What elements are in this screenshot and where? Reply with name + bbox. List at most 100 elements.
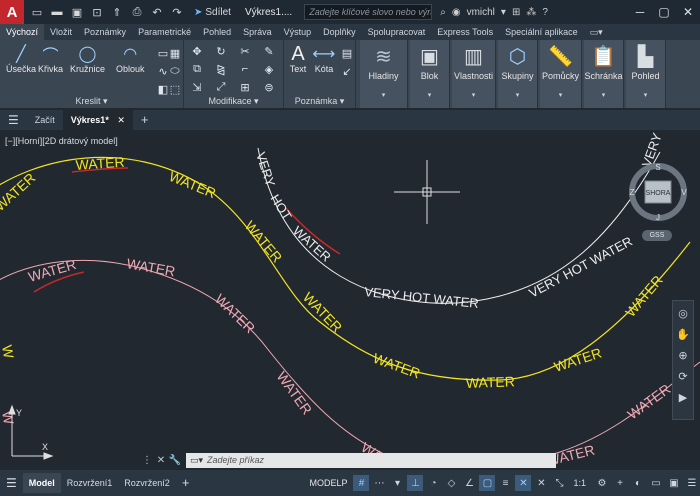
menu-icon[interactable]: ☰: [0, 110, 27, 130]
showmotion-icon[interactable]: ▶: [679, 391, 687, 404]
redo-icon[interactable]: ↷: [170, 5, 184, 19]
hardware-accel-icon[interactable]: ▭: [648, 475, 664, 491]
move-icon[interactable]: ✥: [190, 44, 204, 58]
hatch-icon[interactable]: ▦: [168, 46, 182, 60]
tab-vystup[interactable]: Výstup: [278, 24, 318, 40]
add-layout-icon[interactable]: +: [176, 473, 196, 493]
new-file-icon[interactable]: ▭: [30, 5, 44, 19]
circle-tool[interactable]: ◯ Kružnice: [70, 44, 105, 74]
steering-wheel-icon[interactable]: ◎: [678, 307, 688, 320]
save-as-icon[interactable]: ⊡: [90, 5, 104, 19]
close-icon[interactable]: ✕: [676, 0, 700, 24]
connect-icon[interactable]: ⁂: [526, 7, 536, 18]
scale-icon[interactable]: ⤢: [214, 80, 228, 94]
mirror-icon[interactable]: ⧎: [214, 62, 228, 76]
plus-icon[interactable]: +: [612, 475, 628, 491]
viewport-label[interactable]: [−][Horní][2D drátový model]: [5, 136, 118, 146]
panel-groups[interactable]: ⬡ Skupiny ▾: [498, 40, 538, 108]
panel-modify-label[interactable]: Modifikace ▾: [184, 96, 283, 107]
app-logo[interactable]: A: [0, 0, 24, 24]
open-folder-icon[interactable]: ▬: [50, 5, 64, 19]
model-space-toggle[interactable]: MODELP: [305, 478, 351, 488]
polar-icon[interactable]: ◔: [425, 475, 441, 491]
isolate-icon[interactable]: ◐: [630, 475, 646, 491]
minimize-icon[interactable]: ─: [628, 0, 652, 24]
file-tab-drawing[interactable]: Výkres1* ✕: [62, 110, 133, 130]
undo-icon[interactable]: ↶: [150, 5, 164, 19]
panel-clipboard[interactable]: 📋 Schránka ▾: [584, 40, 624, 108]
annotation-scale-icon[interactable]: ✕: [515, 475, 532, 491]
boundary-icon[interactable]: ⬚: [168, 82, 182, 96]
erase-icon[interactable]: ✎: [262, 44, 276, 58]
tab-vlozit[interactable]: Vložit: [44, 24, 78, 40]
print-icon[interactable]: ⎙: [130, 5, 144, 19]
clean-screen-icon[interactable]: ▣: [666, 475, 682, 491]
otrack-icon[interactable]: ∠: [461, 475, 477, 491]
tab-parametricke[interactable]: Parametrické: [132, 24, 197, 40]
osnap-icon[interactable]: ▢: [479, 475, 496, 491]
tab-layout1[interactable]: Rozvržení1: [61, 473, 119, 493]
lineweight-icon[interactable]: ≡: [497, 475, 513, 491]
stretch-icon[interactable]: ⇲: [190, 80, 204, 94]
isodraft-icon[interactable]: ◇: [443, 475, 459, 491]
tab-sprava[interactable]: Správa: [237, 24, 278, 40]
wcs-menu[interactable]: GSS: [642, 230, 672, 241]
save-icon[interactable]: ▣: [70, 5, 84, 19]
tab-doplnky[interactable]: Doplňky: [317, 24, 362, 40]
orbit-icon[interactable]: ⟳: [678, 370, 687, 383]
tab-model[interactable]: Model: [22, 473, 61, 493]
rotate-icon[interactable]: ↻: [214, 44, 228, 58]
arc-tool[interactable]: ◠ Oblouk: [116, 44, 145, 74]
panel-block[interactable]: ▣ Blok ▾: [410, 40, 450, 108]
trim-icon[interactable]: ✂: [238, 44, 252, 58]
panel-layers[interactable]: ≋ Hladiny ▾: [360, 40, 408, 108]
help-icon[interactable]: ?: [542, 7, 548, 18]
panel-draw-label[interactable]: Kreslit ▾: [0, 96, 183, 107]
line-tool[interactable]: ╱ Úsečka: [6, 44, 36, 74]
autoscale-icon[interactable]: ⤡: [551, 475, 567, 491]
polyline-tool[interactable]: ⌒ Křivka: [38, 44, 63, 74]
annotation-visibility-icon[interactable]: ✕: [533, 475, 549, 491]
ribbon-toggle-icon[interactable]: ▭▾: [584, 24, 609, 40]
tab-express-tools[interactable]: Express Tools: [431, 24, 499, 40]
zoom-icon[interactable]: ⊕: [678, 349, 687, 362]
customize-icon[interactable]: 🔧: [168, 453, 182, 467]
search-input[interactable]: Zadejte klíčové slovo nebo výraz: [304, 4, 433, 20]
leader-icon[interactable]: ↙: [340, 64, 354, 78]
command-input[interactable]: ▭▾ Zadejte příkaz: [186, 452, 556, 468]
pan-icon[interactable]: ✋: [676, 328, 690, 341]
close-icon[interactable]: ✕: [117, 115, 125, 125]
tab-spolupracovat[interactable]: Spolupracovat: [362, 24, 432, 40]
text-tool[interactable]: A Text: [288, 43, 308, 75]
chevron-down-icon[interactable]: ▾: [389, 475, 405, 491]
offset-icon[interactable]: ⊜: [262, 80, 276, 94]
panel-annotation-label[interactable]: Poznámka ▾: [284, 96, 355, 107]
fillet-icon[interactable]: ⌐: [238, 62, 252, 76]
cart-icon[interactable]: ▾: [501, 7, 506, 18]
tab-specialni-aplikace[interactable]: Speciální aplikace: [499, 24, 584, 40]
layout-menu-icon[interactable]: ☰: [0, 473, 23, 493]
customize-menu-icon[interactable]: ☰: [684, 475, 700, 491]
viewcube[interactable]: SHORA S J V Z: [628, 162, 688, 229]
panel-utilities[interactable]: 📏 Pomůcky ▾: [540, 40, 582, 108]
panel-view[interactable]: ▙ Pohled ▾: [626, 40, 666, 108]
gear-icon[interactable]: ⚙: [594, 475, 610, 491]
grid-icon[interactable]: #: [353, 475, 370, 491]
maximize-icon[interactable]: ▢: [652, 0, 676, 24]
share-button[interactable]: ➤ Sdílet: [194, 7, 231, 18]
scale-menu[interactable]: 1:1: [567, 473, 592, 493]
table-icon[interactable]: ▤: [340, 46, 354, 60]
store-icon[interactable]: ⊞: [512, 7, 520, 18]
new-tab-icon[interactable]: +: [133, 110, 157, 130]
tab-layout2[interactable]: Rozvržení2: [118, 473, 176, 493]
search-icon[interactable]: ⌕: [440, 7, 446, 18]
close-icon[interactable]: ✕: [154, 453, 168, 467]
panel-properties[interactable]: ▥ Vlastnosti ▾: [452, 40, 496, 108]
grip-icon[interactable]: ⋮: [140, 453, 154, 467]
ortho-icon[interactable]: ⊥: [407, 475, 424, 491]
dimension-tool[interactable]: ⟷ Kóta: [313, 44, 336, 74]
tab-poznamky[interactable]: Poznámky: [78, 24, 132, 40]
array-icon[interactable]: ⊞: [238, 80, 252, 94]
tab-vychozi[interactable]: Výchozí: [0, 24, 45, 40]
tab-pohled[interactable]: Pohled: [197, 24, 237, 40]
